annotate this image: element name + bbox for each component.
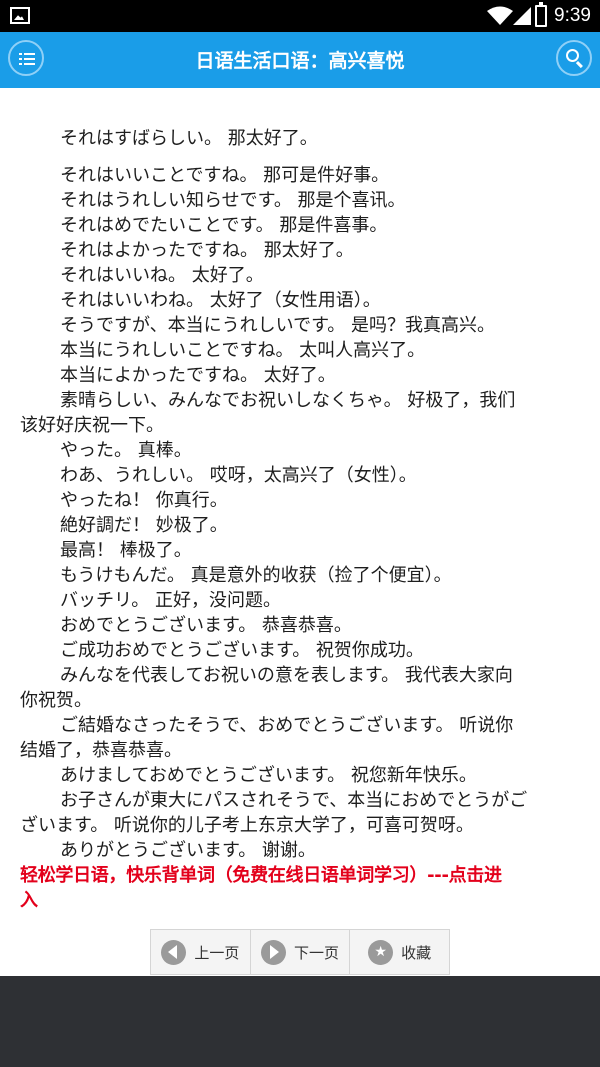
favorite-button[interactable]: ★ 收藏: [350, 930, 449, 974]
wifi-icon: [487, 6, 513, 25]
sentence-line: 素晴らしい、みんなでお祝いしなくちゃ。 好极了，我们: [60, 390, 516, 411]
sentence-line: みんなを代表してお祝いの意を表します。 我代表大家向: [60, 665, 513, 686]
star-icon: ★: [368, 939, 394, 965]
arrow-left-icon: [161, 939, 187, 965]
page-title: 日语生活口语：高兴喜悦: [195, 50, 405, 72]
prev-page-button[interactable]: 上一页: [151, 930, 251, 974]
app-bar: 日语生活口语：高兴喜悦: [0, 32, 600, 88]
sentence-line: バッチリ。 正好，没问题。: [60, 590, 282, 611]
sentence-line: それはいいことですね。 那可是件好事。: [60, 165, 390, 186]
status-bar: 9:39: [0, 0, 600, 32]
signal-icon: [513, 7, 531, 25]
sentence-line: それはいいわね。 太好了（女性用语）。: [60, 290, 381, 311]
sentence-line: ご結婚なさったそうで、おめでとうございます。 听说你: [60, 715, 514, 736]
sentence-line-continued: ざいます。 听说你的儿子考上东京大学了，可喜可贺呀。: [20, 815, 474, 836]
sentence-line-continued: 你祝贺。: [20, 690, 92, 711]
article-text: それはすばらしい。 那太好了。 それはいいことですね。 那可是件好事。 それはう…: [0, 126, 600, 913]
search-button[interactable]: [556, 40, 592, 76]
sentence-line: ご成功おめでとうございます。 祝贺你成功。: [60, 640, 424, 661]
promo-link-continued[interactable]: 入: [0, 888, 600, 913]
sentence-line: あけましておめでとうございます。 祝您新年快乐。: [60, 765, 477, 786]
pager: 上一页 下一页 ★ 收藏: [150, 929, 450, 975]
next-page-button[interactable]: 下一页: [251, 930, 351, 974]
image-notification-icon: [10, 7, 30, 24]
search-icon: [566, 49, 579, 62]
sentence-line: やった。 真棒。: [60, 440, 192, 461]
sentence-line: 本当にうれしいことですね。 太叫人高兴了。: [60, 340, 426, 361]
sentence-line: それはよかったですね。 那太好了。: [60, 240, 354, 261]
sentence-line: お子さんが東大にパスされそうで、本当におめでとうがご: [60, 790, 528, 811]
article-content: それはすばらしい。 那太好了。 それはいいことですね。 那可是件好事。 それはう…: [0, 88, 600, 976]
sentence-line: やったね！ 你真行。: [60, 490, 228, 511]
sentence-line: おめでとうございます。 恭喜恭喜。: [60, 615, 352, 636]
favorite-label: 收藏: [401, 943, 432, 962]
sentence-line: 絶好調だ！ 妙极了。: [60, 515, 228, 536]
arrow-right-icon: [261, 939, 286, 965]
sentence-line: もうけもんだ。 真是意外的收获（捡了个便宜）。: [60, 565, 452, 586]
sentence-line-continued: 结婚了，恭喜恭喜。: [20, 740, 182, 761]
sentence-line: それはうれしい知らせです。 那是个喜讯。: [60, 190, 406, 211]
next-page-label: 下一页: [294, 943, 340, 962]
promo-link[interactable]: 轻松学日语，快乐背单词（免费在线日语单词学习）---点击进: [0, 863, 600, 888]
sentence-line: それはめでたいことです。 那是件喜事。: [60, 215, 388, 236]
sentence-line: わあ、うれしい。 哎呀，太高兴了（女性）。: [60, 465, 417, 486]
bottom-empty-area: [0, 976, 600, 1067]
prev-page-label: 上一页: [194, 943, 240, 962]
sentence-line: それはいいね。 太好了。: [60, 265, 264, 286]
sentence-line: それはすばらしい。 那太好了。: [60, 128, 318, 149]
sentence-line: 最高！ 棒极了。: [60, 540, 192, 561]
sentence-line: ありがとうございます。 谢谢。: [60, 840, 316, 861]
status-time: 9:39: [554, 5, 591, 26]
sentence-line-continued: 该好好庆祝一下。: [20, 415, 164, 436]
sentence-line: そうですが、本当にうれしいです。 是吗？我真高兴。: [60, 315, 496, 336]
battery-charging-icon: [535, 2, 547, 27]
sentence-line: 本当によかったですね。 太好了。: [60, 365, 336, 386]
